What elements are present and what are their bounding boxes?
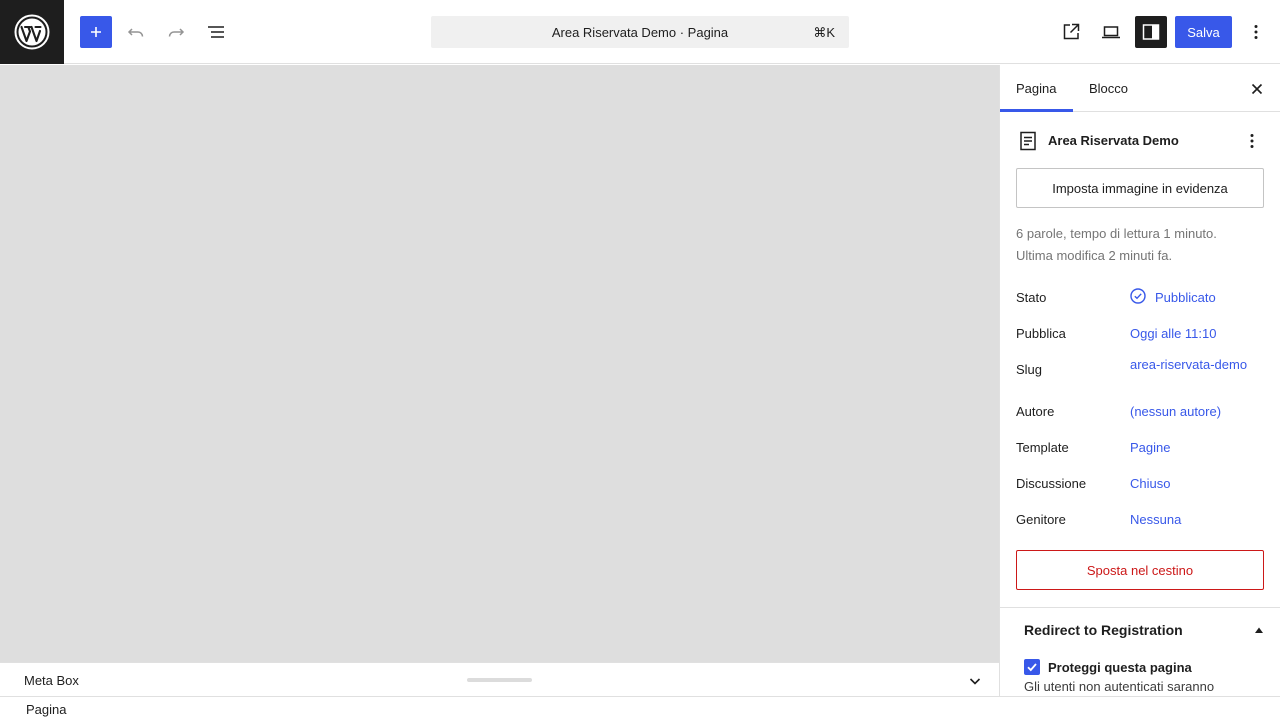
protect-page-label[interactable]: Proteggi questa pagina: [1048, 660, 1192, 675]
set-featured-image-button[interactable]: Imposta immagine in evidenza: [1016, 168, 1264, 208]
settings-sidebar: Pagina Blocco Area Riservata Demo Impost…: [999, 65, 1280, 696]
protect-page-help: Gli utenti non autenticati saranno: [1024, 679, 1215, 694]
sidebar-tabs: Pagina Blocco: [1000, 65, 1280, 112]
page-icon: [1017, 130, 1039, 152]
list-view-icon[interactable]: [200, 16, 232, 48]
chevron-down-icon[interactable]: [966, 672, 984, 690]
triangle-up-icon[interactable]: [1253, 624, 1265, 636]
document-title: Area Riservata Demo · Pagina: [551, 25, 729, 40]
plus-icon[interactable]: [80, 16, 112, 48]
discussion-value[interactable]: Chiuso: [1130, 476, 1170, 491]
shortcut-hint: ⌘K: [813, 25, 835, 40]
more-vertical-icon[interactable]: [1241, 130, 1263, 152]
publish-date-value[interactable]: Oggi alle 11:10: [1130, 326, 1217, 341]
breadcrumb[interactable]: Pagina: [26, 702, 66, 717]
last-modified-info: Ultima modifica 2 minuti fa.: [1016, 248, 1173, 263]
tab-page[interactable]: Pagina: [1016, 81, 1056, 96]
parent-value[interactable]: Nessuna: [1130, 512, 1181, 527]
author-value[interactable]: (nessun autore): [1130, 404, 1221, 419]
editor-canvas[interactable]: [0, 65, 999, 662]
protect-page-checkbox[interactable]: [1024, 659, 1040, 675]
word-count-info: 6 parole, tempo di lettura 1 minuto.: [1016, 226, 1217, 241]
save-button[interactable]: Salva: [1175, 16, 1232, 48]
editor-header: Area Riservata Demo · Pagina ⌘K Salva: [0, 0, 1280, 64]
metabox-area: Meta Box: [0, 662, 999, 696]
panel-divider: [1000, 607, 1280, 608]
external-link-icon[interactable]: [1055, 16, 1087, 48]
sidebar-icon[interactable]: [1135, 16, 1167, 48]
more-vertical-icon[interactable]: [1240, 16, 1272, 48]
close-icon[interactable]: [1247, 79, 1267, 99]
discussion-label: Discussione: [1016, 476, 1087, 491]
redirect-panel-title[interactable]: Redirect to Registration: [1024, 622, 1183, 638]
status-label: Stato: [1016, 290, 1047, 305]
document-name: Area Riservata Demo: [1048, 133, 1179, 148]
footer-breadcrumb-bar: Pagina: [0, 696, 1280, 720]
redo-icon[interactable]: [160, 16, 192, 48]
wordpress-icon[interactable]: [0, 0, 64, 64]
resize-handle[interactable]: [467, 678, 532, 682]
command-palette-bar[interactable]: Area Riservata Demo · Pagina ⌘K: [431, 16, 849, 48]
slug-label: Slug: [1016, 362, 1043, 377]
status-value[interactable]: Pubblicato: [1155, 290, 1216, 305]
slug-value[interactable]: area-riservata-demo: [1130, 357, 1250, 372]
laptop-icon[interactable]: [1095, 16, 1127, 48]
publish-label: Pubblica: [1016, 326, 1066, 341]
template-value[interactable]: Pagine: [1130, 440, 1170, 455]
move-to-trash-button[interactable]: Sposta nel cestino: [1016, 550, 1264, 590]
metabox-label: Meta Box: [24, 673, 79, 688]
undo-icon[interactable]: [120, 16, 152, 48]
parent-label: Genitore: [1016, 512, 1066, 527]
template-label: Template: [1016, 440, 1069, 455]
published-check-icon: [1130, 288, 1146, 304]
active-tab-indicator: [1000, 109, 1073, 112]
tab-block[interactable]: Blocco: [1089, 81, 1128, 96]
author-label: Autore: [1016, 404, 1055, 419]
